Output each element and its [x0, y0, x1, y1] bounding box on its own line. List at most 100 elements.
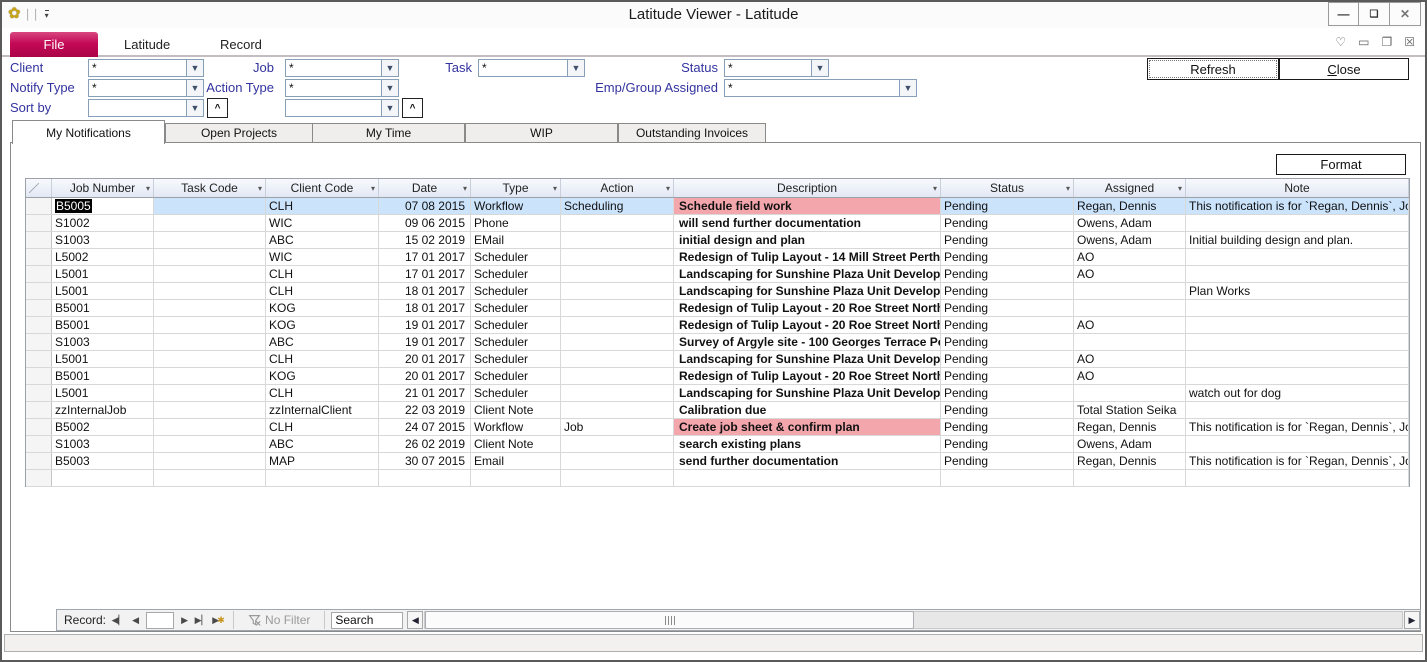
cell-note[interactable] — [1186, 368, 1409, 384]
row-selector[interactable] — [26, 402, 52, 418]
row-selector[interactable] — [26, 470, 52, 486]
table-row[interactable]: B5001 KOG 20 01 2017 Scheduler Redesign … — [26, 368, 1409, 385]
child-close-icon[interactable]: ☒ — [1404, 35, 1415, 49]
cell-description[interactable]: Redesign of Tulip Layout - 20 Roe Street… — [674, 368, 941, 384]
cell-action[interactable] — [561, 351, 674, 367]
cell-description[interactable]: Create job sheet & confirm plan — [674, 419, 941, 435]
chevron-down-icon[interactable]: ▼ — [381, 80, 398, 96]
cell-status[interactable]: Pending — [941, 283, 1074, 299]
cell-type[interactable]: Scheduler — [471, 385, 561, 401]
cell-type[interactable]: Client Note — [471, 402, 561, 418]
cell-action[interactable]: Job — [561, 419, 674, 435]
cell-job-number[interactable]: B5001 — [52, 368, 154, 384]
previous-record-button[interactable]: ◀ — [127, 612, 144, 628]
table-row[interactable]: L5001 CLH 20 01 2017 Scheduler Landscapi… — [26, 351, 1409, 368]
cell-task-code[interactable] — [154, 300, 266, 316]
cell-action[interactable] — [561, 283, 674, 299]
cell-assigned[interactable] — [1074, 334, 1186, 350]
cell-note[interactable] — [1186, 249, 1409, 265]
tab-outstanding-invoices[interactable]: Outstanding Invoices — [618, 123, 766, 143]
cell-date[interactable]: 09 06 2015 — [379, 215, 471, 231]
cell-type[interactable]: Scheduler — [471, 300, 561, 316]
cell-description[interactable]: Landscaping for Sunshine Plaza Unit Deve… — [674, 351, 941, 367]
cell-job-number[interactable]: S1003 — [52, 232, 154, 248]
column-dropdown-icon[interactable]: ▾ — [371, 184, 375, 193]
chevron-down-icon[interactable]: ▼ — [899, 80, 916, 96]
cell-job-number[interactable]: L5001 — [52, 351, 154, 367]
row-selector[interactable] — [26, 300, 52, 316]
column-dropdown-icon[interactable]: ▾ — [463, 184, 467, 193]
cell-assigned[interactable]: Regan, Dennis — [1074, 453, 1186, 469]
cell-description[interactable]: will send further documentation — [674, 215, 941, 231]
row-selector[interactable] — [26, 419, 52, 435]
horizontal-scrollbar-track[interactable] — [424, 611, 1403, 629]
scroll-left-button[interactable]: ◀ — [407, 611, 423, 629]
cell-task-code[interactable] — [154, 266, 266, 282]
scroll-right-button[interactable]: ▶ — [1404, 611, 1420, 629]
cell-date[interactable]: 20 01 2017 — [379, 368, 471, 384]
cell-type[interactable]: Scheduler — [471, 368, 561, 384]
cell-type[interactable]: Scheduler — [471, 283, 561, 299]
cell-note[interactable] — [1186, 215, 1409, 231]
cell-note[interactable]: Plan Works — [1186, 283, 1409, 299]
row-selector[interactable] — [26, 453, 52, 469]
cell-task-code[interactable] — [154, 470, 266, 486]
cell-status[interactable]: Pending — [941, 215, 1074, 231]
row-selector[interactable] — [26, 317, 52, 333]
cell-note[interactable] — [1186, 300, 1409, 316]
column-header-note[interactable]: Note — [1186, 179, 1409, 197]
cell-description[interactable]: Landscaping for Sunshine Plaza Unit Deve… — [674, 266, 941, 282]
cell-type[interactable]: Scheduler — [471, 334, 561, 350]
cell-type[interactable]: Scheduler — [471, 317, 561, 333]
cell-note[interactable] — [1186, 470, 1409, 486]
chevron-down-icon[interactable]: ▼ — [567, 60, 584, 76]
cell-description[interactable]: search existing plans — [674, 436, 941, 452]
cell-status[interactable]: Pending — [941, 300, 1074, 316]
next-record-button[interactable]: ▶ — [176, 612, 193, 628]
cell-job-number[interactable]: L5001 — [52, 283, 154, 299]
cell-status[interactable]: Pending — [941, 419, 1074, 435]
cell-job-number[interactable]: L5002 — [52, 249, 154, 265]
cell-assigned[interactable]: Owens, Adam — [1074, 232, 1186, 248]
cell-client-code[interactable] — [266, 470, 379, 486]
column-header-task[interactable]: Task Code▾ — [154, 179, 266, 197]
cell-action[interactable] — [561, 249, 674, 265]
cell-action[interactable] — [561, 334, 674, 350]
cell-date[interactable]: 17 01 2017 — [379, 249, 471, 265]
cell-client-code[interactable]: KOG — [266, 300, 379, 316]
status-filter-combo[interactable]: * ▼ — [724, 59, 829, 77]
sort-by-combo-2[interactable]: ▼ — [285, 99, 399, 117]
task-filter-combo[interactable]: * ▼ — [478, 59, 585, 77]
cell-status[interactable]: Pending — [941, 436, 1074, 452]
close-button[interactable]: Close — [1279, 58, 1409, 80]
row-selector[interactable] — [26, 198, 52, 214]
chevron-down-icon[interactable]: ▼ — [381, 100, 398, 116]
cell-assigned[interactable]: Owens, Adam — [1074, 215, 1186, 231]
child-minimize-icon[interactable]: ▭ — [1358, 35, 1369, 49]
row-selector[interactable] — [26, 266, 52, 282]
ribbon-tab-latitude[interactable]: Latitude — [114, 32, 180, 57]
cell-status[interactable]: Pending — [941, 266, 1074, 282]
ribbon-tab-file[interactable]: File — [10, 32, 98, 57]
cell-status[interactable]: Pending — [941, 368, 1074, 384]
cell-description[interactable] — [674, 470, 941, 486]
cell-job-number[interactable]: S1002 — [52, 215, 154, 231]
column-header-assigned[interactable]: Assigned▾ — [1074, 179, 1186, 197]
cell-assigned[interactable] — [1074, 300, 1186, 316]
cell-job-number[interactable]: S1003 — [52, 334, 154, 350]
cell-client-code[interactable]: ABC — [266, 436, 379, 452]
cell-note[interactable]: This notification is for `Regan, Dennis`… — [1186, 419, 1409, 435]
minimize-button[interactable]: — — [1328, 2, 1359, 26]
table-row[interactable]: zzInternalJob zzInternalClient 22 03 201… — [26, 402, 1409, 419]
table-row[interactable]: B5005 CLH 07 08 2015 Workflow Scheduling… — [26, 198, 1409, 215]
cell-action[interactable] — [561, 368, 674, 384]
last-record-button[interactable]: ▶▏ — [193, 612, 210, 628]
sort-by-combo-1[interactable]: ▼ — [88, 99, 204, 117]
search-input[interactable] — [331, 612, 403, 629]
cell-job-number[interactable]: L5001 — [52, 385, 154, 401]
chevron-down-icon[interactable]: ▼ — [186, 100, 203, 116]
cell-job-number[interactable]: L5001 — [52, 266, 154, 282]
cell-action[interactable] — [561, 215, 674, 231]
cell-task-code[interactable] — [154, 198, 266, 214]
cell-client-code[interactable]: CLH — [266, 198, 379, 214]
